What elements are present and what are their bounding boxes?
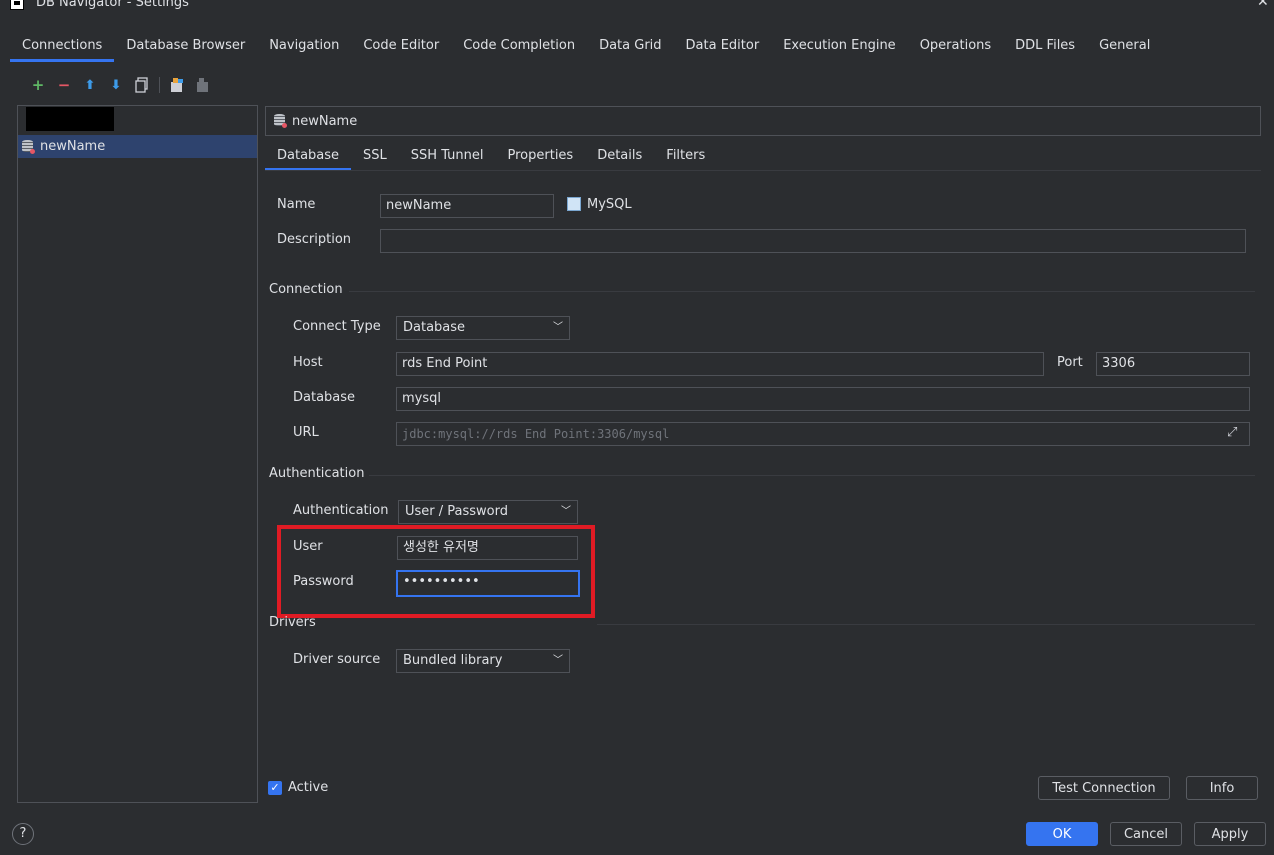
driver-source-value: Bundled library: [403, 653, 503, 668]
port-label: Port: [1057, 355, 1083, 370]
tab-execution-engine[interactable]: Execution Engine: [771, 34, 907, 62]
tab-divider: [265, 170, 1261, 171]
connection-section-title: Connection: [269, 282, 343, 297]
tab-database-browser[interactable]: Database Browser: [114, 34, 257, 62]
tab-ssl[interactable]: SSL: [351, 143, 399, 171]
tab-operations[interactable]: Operations: [908, 34, 1003, 62]
tab-database[interactable]: Database: [265, 143, 352, 171]
host-label: Host: [293, 355, 323, 370]
ok-button[interactable]: OK: [1026, 822, 1098, 846]
description-field[interactable]: [380, 229, 1246, 253]
description-label: Description: [277, 232, 352, 247]
tab-data-editor[interactable]: Data Editor: [674, 34, 772, 62]
remove-icon[interactable]: −: [52, 74, 76, 96]
active-checkbox[interactable]: ✓: [268, 781, 282, 795]
title-bar: DB Navigator - Settings ✕: [0, 0, 1274, 14]
database-field[interactable]: mysql: [396, 387, 1250, 411]
name-label: Name: [277, 197, 316, 212]
database-icon: [274, 114, 287, 128]
export-icon[interactable]: [191, 74, 215, 96]
chevron-down-icon: ﹀: [553, 655, 563, 666]
tab-code-editor[interactable]: Code Editor: [351, 34, 451, 62]
connection-name: newName: [292, 113, 358, 129]
database-label: Database: [293, 390, 356, 405]
host-field[interactable]: rds End Point: [396, 352, 1044, 376]
connections-list: newName: [17, 105, 258, 803]
chevron-down-icon: ﹀: [553, 322, 563, 333]
tab-properties[interactable]: Properties: [496, 143, 586, 171]
tab-navigation[interactable]: Navigation: [257, 34, 351, 62]
tab-details[interactable]: Details: [585, 143, 654, 171]
section-divider: [369, 475, 1255, 476]
active-label: Active: [288, 780, 329, 795]
test-connection-button[interactable]: Test Connection: [1038, 776, 1170, 800]
authentication-select[interactable]: User / Password ﹀: [398, 500, 578, 524]
mysql-icon: [567, 197, 581, 211]
authentication-section-title: Authentication: [269, 466, 365, 481]
port-field[interactable]: 3306: [1096, 352, 1250, 376]
tab-filters[interactable]: Filters: [654, 143, 717, 171]
drivers-section-title: Drivers: [269, 615, 316, 630]
cancel-button[interactable]: Cancel: [1110, 822, 1182, 846]
apply-button[interactable]: Apply: [1194, 822, 1266, 846]
connect-type-select[interactable]: Database ﹀: [396, 316, 570, 340]
tab-ddl-files[interactable]: DDL Files: [1003, 34, 1087, 62]
move-down-icon[interactable]: ⬇: [104, 74, 128, 96]
connection-header: newName: [265, 106, 1261, 136]
url-label: URL: [293, 425, 319, 440]
close-icon[interactable]: ✕: [1257, 0, 1269, 10]
move-up-icon[interactable]: ⬆: [78, 74, 102, 96]
settings-tabs: Connections Database Browser Navigation …: [10, 34, 1162, 62]
url-field: jdbc:mysql://rds End Point:3306/mysql: [396, 422, 1250, 446]
name-field[interactable]: newName: [380, 194, 554, 218]
add-icon[interactable]: +: [26, 74, 50, 96]
connection-label: newName: [40, 139, 106, 154]
info-button[interactable]: Info: [1186, 776, 1258, 800]
chevron-down-icon: ﹀: [561, 506, 571, 517]
help-icon[interactable]: ?: [12, 823, 34, 845]
app-icon: [10, 0, 24, 10]
tab-connections[interactable]: Connections: [10, 34, 115, 62]
window-title: DB Navigator - Settings: [36, 0, 189, 10]
authentication-value: User / Password: [405, 504, 508, 519]
connections-toolbar: + − ⬆ ⬇: [26, 74, 215, 96]
section-divider: [597, 624, 1255, 625]
tab-data-grid[interactable]: Data Grid: [587, 34, 673, 62]
connect-type-label: Connect Type: [293, 319, 381, 334]
tab-ssh-tunnel[interactable]: SSH Tunnel: [399, 143, 496, 171]
highlight-annotation: [277, 525, 595, 618]
driver-source-label: Driver source: [293, 652, 381, 667]
driver-source-select[interactable]: Bundled library ﹀: [396, 649, 570, 673]
list-item[interactable]: [18, 106, 257, 131]
copy-icon[interactable]: [130, 74, 154, 96]
toolbar-separator: [159, 77, 160, 93]
expand-icon[interactable]: ⤢: [1227, 425, 1237, 440]
import-icon[interactable]: [165, 74, 189, 96]
connection-tabs: Database SSL SSH Tunnel Properties Detai…: [265, 143, 717, 171]
section-divider: [349, 291, 1255, 292]
authentication-label: Authentication: [293, 503, 389, 518]
tab-code-completion[interactable]: Code Completion: [451, 34, 587, 62]
db-type-label: MySQL: [587, 197, 632, 212]
list-item-selected[interactable]: newName: [18, 135, 257, 158]
connect-type-value: Database: [403, 320, 466, 335]
tab-general[interactable]: General: [1087, 34, 1162, 62]
database-icon: [22, 139, 35, 154]
redacted-label: [26, 106, 114, 131]
